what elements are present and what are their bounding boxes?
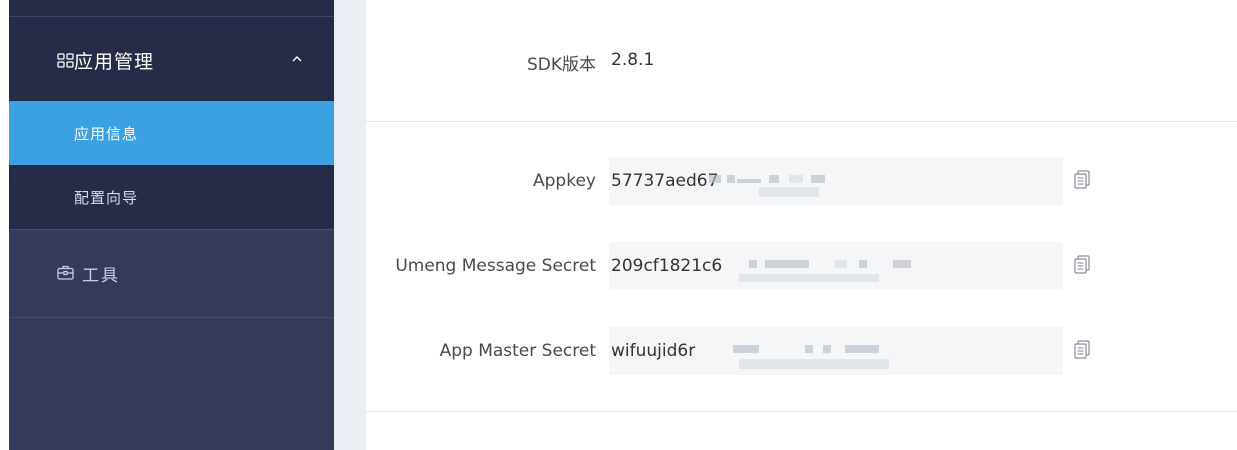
sidebar: 应用管理 应用信息 配置向导 工具	[9, 0, 334, 450]
divider	[366, 121, 1237, 122]
sidebar-item-app-info[interactable]: 应用信息	[9, 101, 334, 165]
sidebar-section-tools[interactable]: 工具	[9, 229, 334, 318]
copy-app-master-secret-icon[interactable]	[1074, 340, 1090, 360]
appkey-label: Appkey	[533, 171, 596, 191]
content-gutter	[334, 0, 366, 450]
sdk-version-value: 2.8.1	[611, 50, 655, 70]
divider	[366, 411, 1237, 412]
sidebar-item-label: 应用信息	[74, 125, 139, 143]
sidebar-section-label: 工具	[82, 266, 120, 286]
umeng-message-secret-value: 209cf1821c6	[611, 256, 723, 276]
sdk-version-label: SDK版本	[526, 55, 596, 75]
app-info-panel: SDK版本 2.8.1 Appkey 57737aed67 Umeng Mess…	[366, 0, 1237, 450]
umeng-message-secret-label: Umeng Message Secret	[395, 256, 596, 276]
sidebar-top-bar	[9, 0, 334, 17]
briefcase-icon	[57, 265, 74, 280]
grid-icon	[57, 53, 74, 68]
app-master-secret-field: wifuujid6r	[609, 327, 1063, 375]
umeng-message-secret-field: 209cf1821c6	[609, 242, 1063, 290]
sidebar-section-label: 应用管理	[74, 51, 155, 73]
appkey-value: 57737aed67	[611, 171, 719, 191]
left-edge-strip	[0, 0, 9, 450]
sidebar-section-app-management[interactable]: 应用管理	[9, 17, 334, 101]
appkey-field: 57737aed67	[609, 157, 1063, 205]
chevron-up-icon[interactable]	[291, 54, 303, 64]
sidebar-item-config-guide[interactable]: 配置向导	[9, 165, 334, 229]
app-master-secret-label: App Master Secret	[439, 341, 596, 361]
sidebar-item-label: 配置向导	[74, 189, 139, 207]
copy-umeng-message-secret-icon[interactable]	[1074, 255, 1090, 275]
copy-appkey-icon[interactable]	[1074, 170, 1090, 190]
app-master-secret-value: wifuujid6r	[611, 341, 696, 361]
